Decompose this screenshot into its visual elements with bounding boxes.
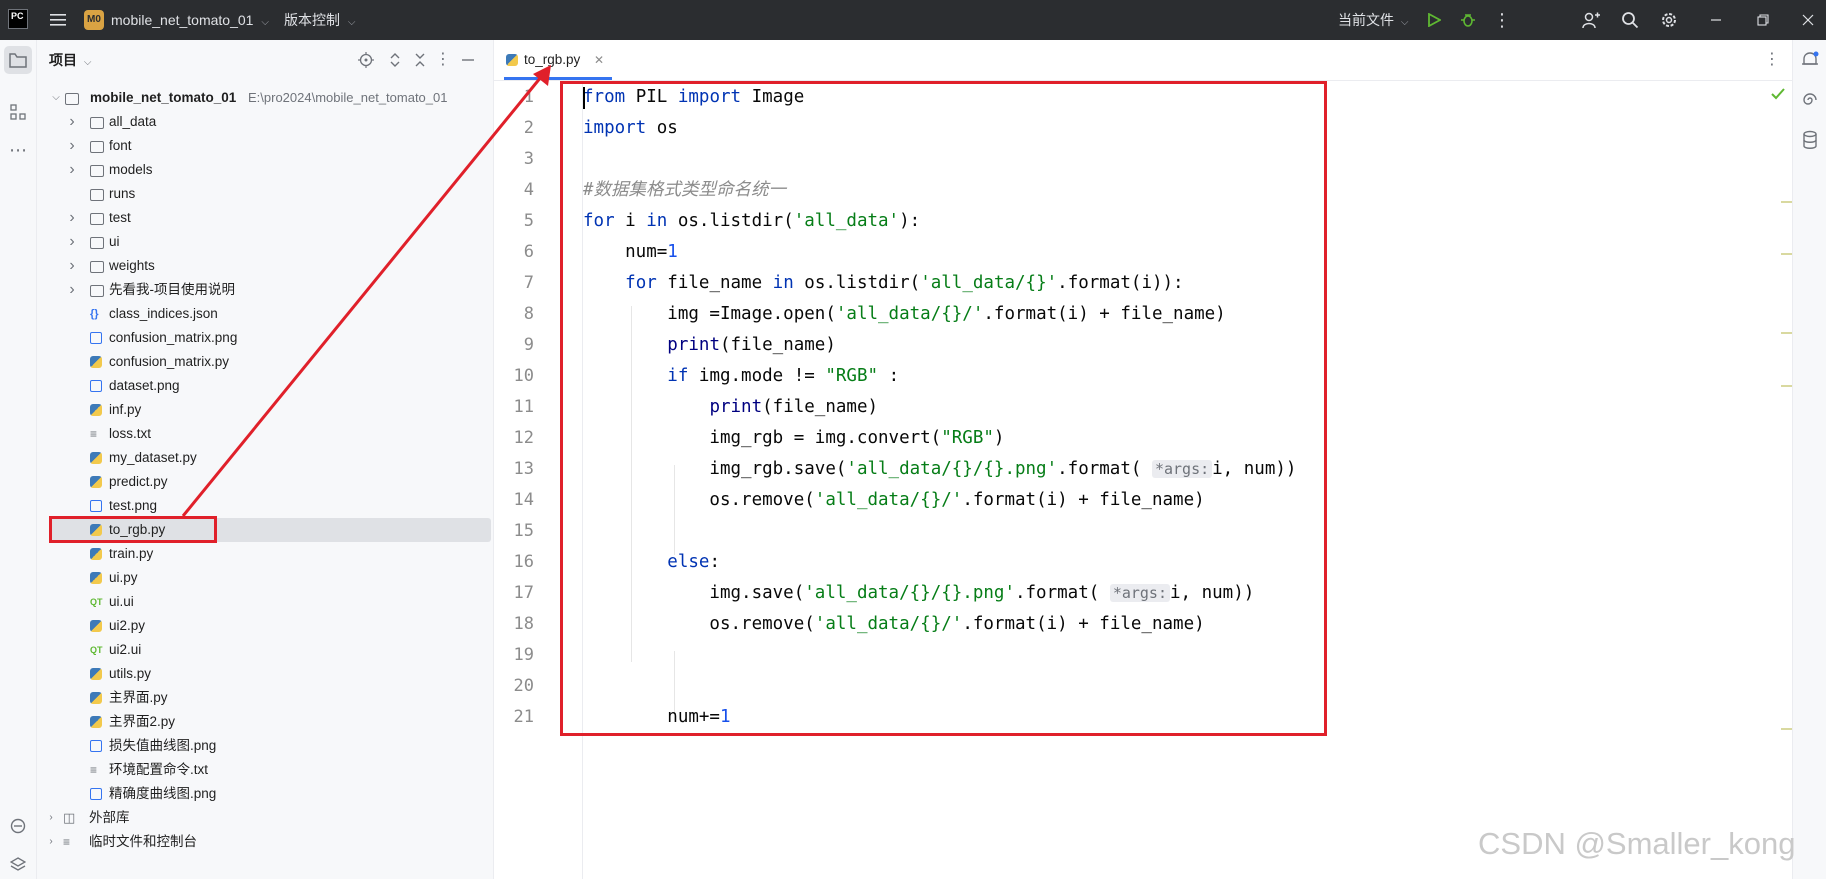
- annotation-arrow: [181, 65, 551, 517]
- watermark: CSDN @Smaller_kong: [1478, 826, 1796, 861]
